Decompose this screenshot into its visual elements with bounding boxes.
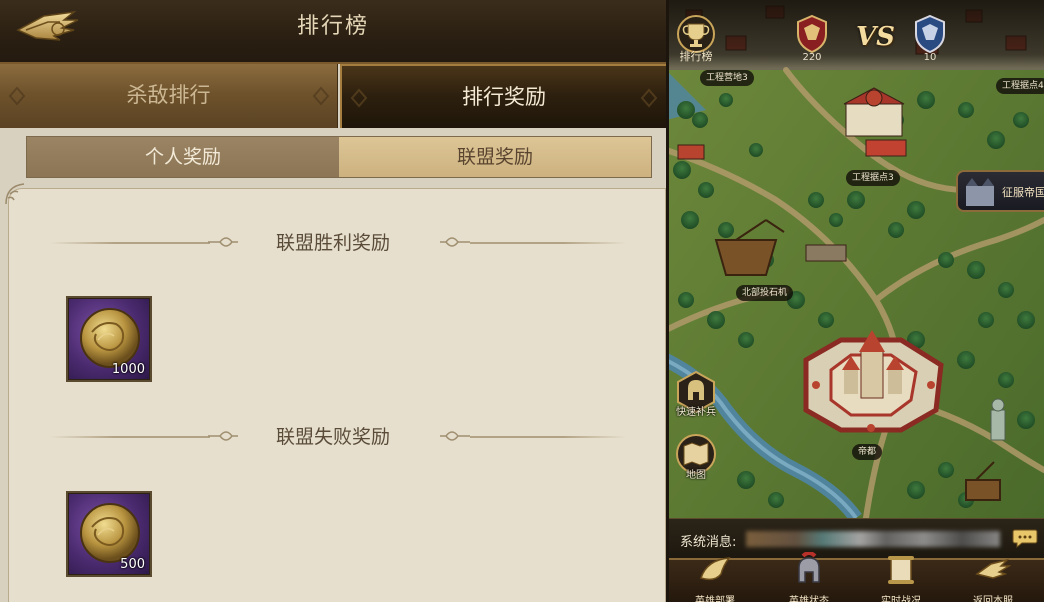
conquer-empire-label: 征服帝国 [1002, 186, 1044, 199]
battle-map-view: 排行榜 220 VS 10 工程营地3 工程据点4 工程据点3 北部投石机 帝都… [666, 0, 1044, 602]
tab-personal-rewards[interactable]: 个人奖励 [27, 137, 339, 177]
map-label[interactable]: 工程据点3 [846, 170, 900, 186]
nav-hero-status[interactable]: 英雄状态 [764, 552, 854, 602]
item-quantity: 1000 [111, 362, 145, 377]
conquer-empire-button[interactable]: 征服帝国 [956, 170, 1044, 212]
red-shield-emblem-icon [797, 14, 827, 54]
divider [470, 436, 626, 438]
map-label[interactable]: 工程据点4 [996, 78, 1044, 94]
header-bar: 排行榜 [0, 0, 666, 64]
ranking-button-label: 排行榜 [679, 50, 713, 63]
ornament-icon [440, 237, 470, 247]
tab-alliance-rewards[interactable]: 联盟奖励 [339, 137, 651, 177]
item-quantity: 500 [120, 557, 145, 572]
system-message-label: 系统消息: [680, 535, 737, 550]
nav-hero-status-label: 英雄状态 [789, 596, 829, 602]
reward-subtabs: 个人奖励 联盟奖励 [26, 136, 652, 178]
red-team-score: 220 [802, 52, 822, 63]
main-tabs: 杀敌排行 排行奖励 [0, 64, 666, 128]
page-title: 排行榜 [296, 14, 369, 39]
screen: 排行榜 杀敌排行 排行奖励 个人奖励 联盟奖励 联盟胜利奖励 1000 联盟失败… [0, 0, 1044, 602]
castle-icon [966, 178, 994, 206]
system-message-text-redacted [746, 531, 1000, 547]
nav-return-server[interactable]: 返回本服 [948, 558, 1038, 602]
nav-hero-deploy-label: 英雄部署 [695, 596, 735, 602]
scroll-icon [888, 556, 914, 584]
reward-item[interactable]: 500 [66, 491, 152, 577]
reward-item[interactable]: 1000 [66, 296, 152, 382]
bottom-navigation: 英雄部署 英雄状态 实时战况 返回本服 [666, 552, 1044, 602]
divider [470, 242, 626, 244]
ornament-icon [350, 88, 368, 108]
corner-ornament-icon [5, 183, 25, 205]
map-button-label: 地图 [686, 470, 706, 481]
horn-icon [700, 557, 731, 581]
tab-kill-ranking[interactable]: 杀敌排行 [0, 64, 338, 128]
panel-divider [666, 0, 669, 602]
tab-ranking-rewards-label: 排行奖励 [462, 85, 546, 109]
section-header-defeat: 联盟失败奖励 [0, 422, 666, 452]
nav-return-server-label: 返回本服 [973, 596, 1013, 602]
ornament-icon [640, 88, 658, 108]
map-label[interactable]: 北部投石机 [736, 285, 794, 301]
quick-reinforce-label: 快速补兵 [676, 407, 716, 418]
wing-icon [975, 558, 1011, 579]
blue-shield-emblem-icon [915, 14, 945, 54]
vs-label: VS [856, 22, 895, 52]
nav-hero-deploy[interactable]: 英雄部署 [670, 557, 760, 602]
ornament-icon [8, 86, 26, 106]
section-header-victory: 联盟胜利奖励 [0, 228, 666, 258]
ornament-icon [312, 86, 330, 106]
nav-live-battle[interactable]: 实时战况 [856, 556, 946, 602]
map-label[interactable]: 帝都 [852, 444, 883, 460]
nav-live-battle-label: 实时战况 [881, 596, 921, 602]
tab-kill-ranking-label: 杀敌排行 [126, 83, 211, 107]
blue-team-score: 10 [923, 52, 937, 63]
map-label[interactable]: 工程营地3 [700, 70, 754, 86]
chat-bubble-icon [1012, 529, 1038, 549]
ranking-panel: 排行榜 杀敌排行 排行奖励 个人奖励 联盟奖励 联盟胜利奖励 1000 联盟失败… [0, 0, 666, 602]
chat-button[interactable] [1012, 527, 1038, 549]
helmet-icon [798, 552, 820, 583]
tab-ranking-rewards[interactable]: 排行奖励 [340, 64, 666, 128]
ornament-icon [440, 431, 470, 441]
